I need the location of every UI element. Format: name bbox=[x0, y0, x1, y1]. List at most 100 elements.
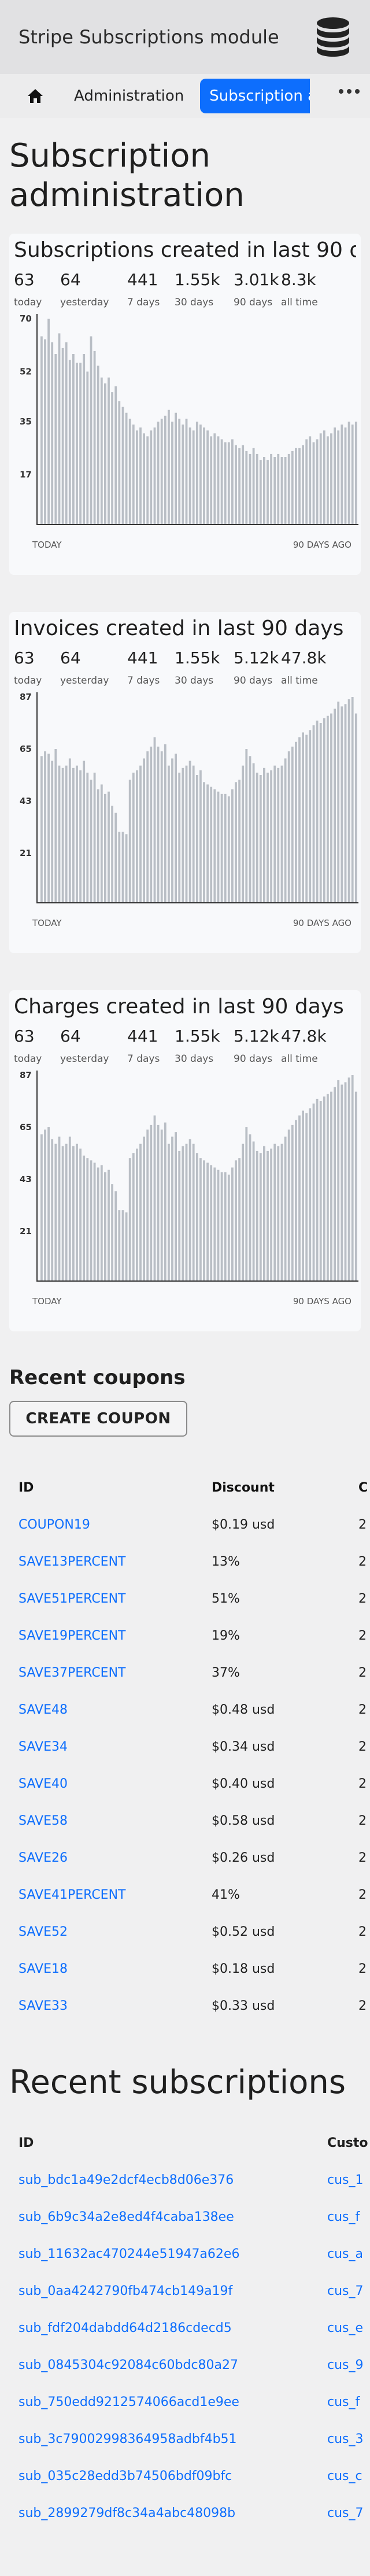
bar bbox=[108, 791, 110, 903]
coupon-id-link[interactable]: SAVE48 bbox=[18, 1703, 68, 1717]
bar bbox=[323, 718, 325, 903]
bar bbox=[327, 436, 329, 525]
coupon-id-link[interactable]: SAVE19PERCENT bbox=[18, 1629, 125, 1643]
subscription-id-link[interactable]: sub_2899279df8c34a4abc48098b bbox=[18, 2506, 235, 2520]
coupons-table: ID Discount C COUPON19 $0.19 usd 2 SAVE13PE… bbox=[0, 1469, 370, 2024]
bar bbox=[58, 1136, 61, 1281]
bar-chart-svg: 21 43 65 87 bbox=[20, 1070, 358, 1282]
create-coupon-button[interactable]: CREATE COUPON bbox=[9, 1401, 187, 1437]
bar bbox=[51, 342, 54, 525]
bar bbox=[305, 735, 308, 903]
customer-id-link[interactable]: cus_e bbox=[327, 2321, 363, 2335]
nav-home[interactable] bbox=[13, 74, 58, 118]
bar bbox=[309, 730, 312, 903]
customer-id-link[interactable]: cus_7 bbox=[327, 2506, 364, 2520]
bar bbox=[136, 770, 138, 903]
bar bbox=[72, 1146, 75, 1281]
customer-id-link[interactable]: cus_f bbox=[327, 2210, 360, 2224]
subscription-id-link[interactable]: sub_0845304c92084c60bdc80a27 bbox=[18, 2358, 238, 2372]
bar bbox=[277, 767, 280, 903]
customer-id-link[interactable]: cus_9 bbox=[327, 2358, 364, 2372]
bar bbox=[86, 371, 89, 525]
coupon-id-link[interactable]: SAVE37PERCENT bbox=[18, 1666, 125, 1680]
bar bbox=[316, 439, 319, 525]
coupon-id-link[interactable]: SAVE34 bbox=[18, 1740, 68, 1754]
bar bbox=[188, 427, 191, 525]
customer-id-link[interactable]: cus_f bbox=[327, 2395, 360, 2409]
coupon-discount: $0.18 usd bbox=[212, 1961, 275, 1976]
coupon-id-link[interactable]: SAVE13PERCENT bbox=[18, 1555, 125, 1569]
subscription-id-link[interactable]: sub_fdf204dabdd64d2186cdecd5 bbox=[18, 2321, 232, 2335]
coupon-id-link[interactable]: SAVE51PERCENT bbox=[18, 1592, 125, 1606]
tab-administration[interactable]: Administration bbox=[58, 79, 200, 113]
subscription-id-link[interactable]: sub_0aa4242790fb474cb149a19f bbox=[18, 2284, 232, 2298]
subscription-id-link[interactable]: sub_3c79002998364958adbf4b51 bbox=[18, 2432, 237, 2446]
bar bbox=[104, 1172, 106, 1281]
bar bbox=[164, 1122, 166, 1281]
bar bbox=[273, 457, 276, 525]
bar bbox=[298, 448, 301, 525]
coupon-id-link[interactable]: COUPON19 bbox=[18, 1518, 90, 1532]
coupon-id-link[interactable]: SAVE18 bbox=[18, 1962, 68, 1976]
bar bbox=[93, 772, 96, 903]
bar bbox=[347, 699, 350, 903]
table-row: SAVE33 $0.33 usd 2 bbox=[0, 1987, 370, 2024]
coupon-third-cell: 2 bbox=[358, 1850, 367, 1865]
customer-id-link[interactable]: cus_7 bbox=[327, 2284, 364, 2298]
table-row: sub_2899279df8c34a4abc48098b cus_7 bbox=[0, 2494, 370, 2531]
bar bbox=[319, 1101, 322, 1281]
subscription-id-link[interactable]: sub_035c28edd3b74506bdf09bfc bbox=[18, 2469, 232, 2483]
coupon-id-link[interactable]: SAVE41PERCENT bbox=[18, 1888, 125, 1902]
subscription-id-link[interactable]: sub_11632ac470244e51947a62e6 bbox=[18, 2247, 239, 2261]
coupon-discount: 37% bbox=[212, 1665, 240, 1680]
bar-chart: 21 43 65 87 bbox=[14, 1065, 358, 1296]
customer-id-link[interactable]: cus_c bbox=[327, 2469, 362, 2483]
table-row: SAVE51PERCENT 51% 2 bbox=[0, 1580, 370, 1617]
bar bbox=[256, 453, 258, 525]
bar bbox=[302, 732, 304, 903]
y-tick-label: 65 bbox=[20, 1122, 32, 1132]
coupon-id-link[interactable]: SAVE52 bbox=[18, 1925, 68, 1939]
coupon-id-link[interactable]: SAVE33 bbox=[18, 1999, 68, 2013]
bar bbox=[164, 744, 166, 903]
bar bbox=[178, 418, 181, 525]
subscription-id-link[interactable]: sub_bdc1a49e2dcf4ecb8d06e376 bbox=[18, 2173, 234, 2187]
table-row: sub_11632ac470244e51947a62e6 cus_a bbox=[0, 2235, 370, 2272]
bar bbox=[312, 442, 315, 525]
bar bbox=[354, 713, 357, 903]
bar bbox=[295, 741, 297, 903]
customer-id-link[interactable]: cus_1 bbox=[327, 2173, 364, 2187]
bar bbox=[125, 1212, 128, 1281]
bar bbox=[90, 336, 92, 525]
y-tick-label: 35 bbox=[20, 416, 32, 427]
bar bbox=[242, 445, 245, 525]
bar bbox=[327, 1094, 329, 1281]
coupon-id-link[interactable]: SAVE58 bbox=[18, 1814, 68, 1828]
coupon-third-cell: 2 bbox=[358, 1517, 367, 1532]
bar bbox=[100, 1165, 103, 1281]
bar bbox=[40, 336, 43, 525]
bar bbox=[44, 751, 46, 903]
bar bbox=[188, 1139, 191, 1281]
more-dots-icon[interactable] bbox=[339, 89, 360, 94]
stat-90-days: 5.12k 90 days bbox=[234, 648, 279, 687]
y-tick-label: 21 bbox=[20, 1226, 32, 1237]
tab-subscription-administration[interactable]: Subscription administration bbox=[200, 79, 310, 113]
bar bbox=[171, 1136, 173, 1281]
bar bbox=[341, 1084, 343, 1281]
y-tick-label: 17 bbox=[20, 470, 32, 480]
bar bbox=[270, 1148, 272, 1281]
bar bbox=[143, 433, 145, 525]
subscription-id-link[interactable]: sub_750edd9212574066acd1e9ee bbox=[18, 2395, 239, 2409]
customer-id-link[interactable]: cus_a bbox=[327, 2247, 363, 2261]
coupon-id-link[interactable]: SAVE26 bbox=[18, 1851, 68, 1865]
bar bbox=[125, 412, 128, 525]
bar bbox=[185, 418, 188, 525]
bar bbox=[295, 1120, 297, 1281]
bar bbox=[210, 787, 213, 903]
customer-id-link[interactable]: cus_3 bbox=[327, 2432, 364, 2446]
bar bbox=[192, 765, 195, 903]
subscription-id-link[interactable]: sub_6b9c34a2e8ed4f4caba138ee bbox=[18, 2210, 234, 2224]
chart-left-label: TODAY bbox=[32, 540, 62, 550]
coupon-id-link[interactable]: SAVE40 bbox=[18, 1777, 68, 1791]
